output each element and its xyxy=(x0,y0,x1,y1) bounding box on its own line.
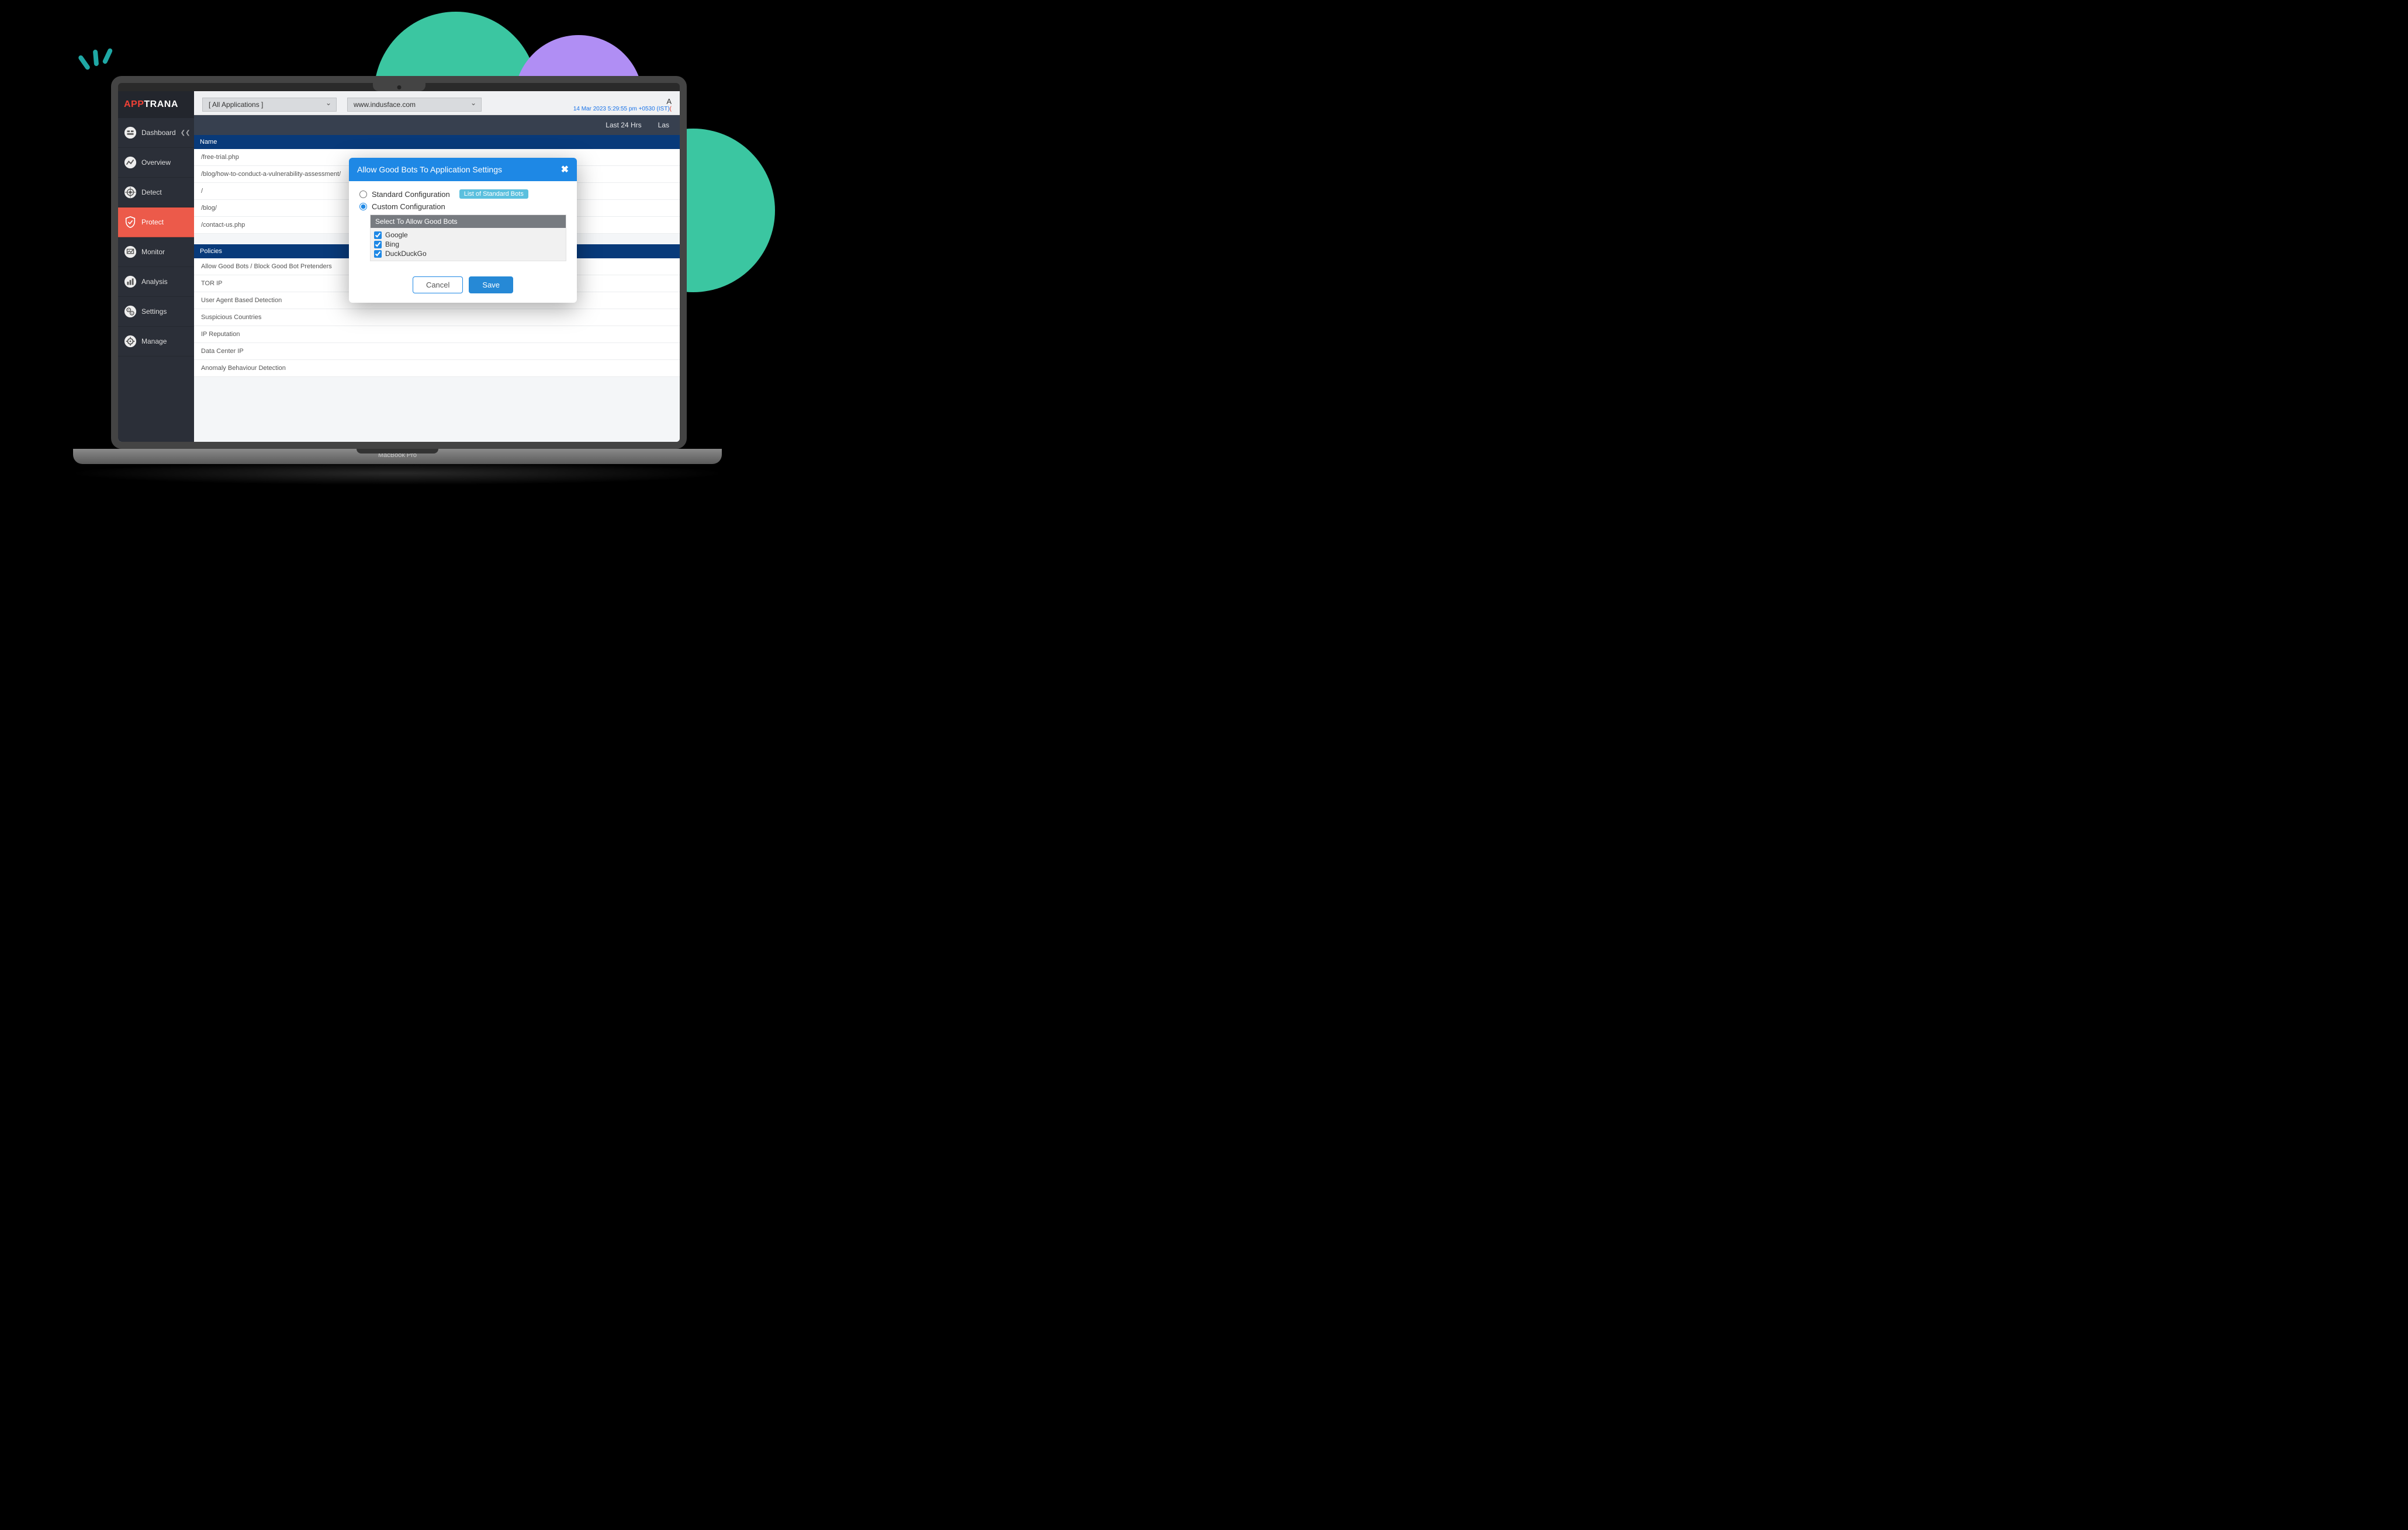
timestamp-text: 14 Mar 2023 5:29:55 pm +0530 (IST) xyxy=(573,106,670,112)
standard-config-label: Standard Configuration xyxy=(372,190,450,199)
sidebar-item-detect[interactable]: Detect xyxy=(118,178,194,207)
custom-config-label: Custom Configuration xyxy=(372,202,445,211)
bots-box-header: Select To Allow Good Bots xyxy=(371,215,566,228)
sidebar-item-label: Overview xyxy=(141,158,171,167)
topbar-right: A 14 Mar 2023 5:29:55 pm +0530 (IST)( xyxy=(573,97,672,112)
modal-footer: Cancel Save xyxy=(349,271,577,303)
sidebar-item-label: Protect xyxy=(141,218,164,226)
bot-item-duckduckgo[interactable]: DuckDuckGo xyxy=(374,249,562,258)
chevron-left-icon: ❮❮ xyxy=(181,130,191,136)
sidebar-item-monitor[interactable]: Monitor xyxy=(118,237,194,267)
sidebar-item-label: Dashboard xyxy=(141,129,176,137)
laptop-mockup: APPTRANA Dashboard ❮❮ Overview xyxy=(105,76,693,485)
sidebar-item-manage[interactable]: Manage xyxy=(118,327,194,356)
select-value: [ All Applications ] xyxy=(209,101,263,109)
policy-row[interactable]: IP Reputation xyxy=(194,326,680,343)
gear-icon xyxy=(124,305,137,318)
overview-icon xyxy=(124,156,137,169)
sidebar-item-label: Monitor xyxy=(141,248,165,256)
topbar: [ All Applications ] www.indusface.com A… xyxy=(194,91,680,115)
laptop-screen: APPTRANA Dashboard ❮❮ Overview xyxy=(111,76,687,449)
manage-icon xyxy=(124,335,137,348)
sidebar-item-settings[interactable]: Settings xyxy=(118,297,194,327)
select-value: www.indusface.com xyxy=(354,101,416,109)
timestamp-suffix: ( xyxy=(670,106,672,112)
brand-logo: APPTRANA xyxy=(118,91,194,118)
brand-part1: APP xyxy=(124,99,144,109)
bot-checkbox[interactable] xyxy=(374,241,382,248)
sidebar-item-overview[interactable]: Overview xyxy=(118,148,194,178)
good-bots-modal: Allow Good Bots To Application Settings … xyxy=(349,158,577,303)
bot-label: Google xyxy=(385,231,408,239)
bot-item-google[interactable]: Google xyxy=(374,230,562,240)
sidebar-item-analysis[interactable]: Analysis xyxy=(118,267,194,297)
time-range-tabs: Last 24 Hrs Las xyxy=(194,115,680,135)
sidebar-item-label: Manage xyxy=(141,337,167,345)
timestamp: 14 Mar 2023 5:29:55 pm +0530 (IST)( xyxy=(573,106,672,112)
bot-checkbox[interactable] xyxy=(374,250,382,258)
bot-label: DuckDuckGo xyxy=(385,250,427,258)
shield-icon xyxy=(124,216,137,229)
modal-title: Allow Good Bots To Application Settings xyxy=(357,165,502,174)
dashboard-icon xyxy=(124,126,137,139)
brand-part2: TRANA xyxy=(144,99,178,109)
standard-config-option[interactable]: Standard Configuration List of Standard … xyxy=(359,189,566,199)
bot-label: Bing xyxy=(385,240,399,248)
laptop-base: MacBook Pro xyxy=(73,449,722,464)
monitor-icon xyxy=(124,245,137,258)
laptop-base-notch xyxy=(357,449,438,454)
save-button[interactable]: Save xyxy=(469,276,513,293)
account-initial: A xyxy=(573,97,672,106)
custom-config-option[interactable]: Custom Configuration xyxy=(359,202,566,211)
bot-item-bing[interactable]: Bing xyxy=(374,240,562,249)
standard-config-radio[interactable] xyxy=(359,191,367,198)
standard-bots-list-badge[interactable]: List of Standard Bots xyxy=(459,189,528,199)
tab-last-cut[interactable]: Las xyxy=(658,121,669,129)
modal-body: Standard Configuration List of Standard … xyxy=(349,181,577,271)
site-select[interactable]: www.indusface.com xyxy=(347,98,482,112)
all-applications-select[interactable]: [ All Applications ] xyxy=(202,98,337,112)
policy-row[interactable]: Anomaly Behaviour Detection xyxy=(194,360,680,377)
bots-list: Google Bing DuckDuckGo xyxy=(371,228,566,261)
close-icon[interactable]: ✖ xyxy=(561,164,569,175)
sidebar: APPTRANA Dashboard ❮❮ Overview xyxy=(118,91,194,442)
laptop-notch xyxy=(373,83,425,91)
policy-row[interactable]: Data Center IP xyxy=(194,343,680,360)
laptop-shadow xyxy=(67,462,728,485)
policy-row[interactable]: Suspicious Countries xyxy=(194,309,680,326)
bots-selection-box: Select To Allow Good Bots Google Bing xyxy=(370,214,566,261)
sidebar-item-label: Analysis xyxy=(141,278,168,286)
bot-checkbox[interactable] xyxy=(374,231,382,239)
tab-last-24[interactable]: Last 24 Hrs xyxy=(606,121,641,129)
custom-config-radio[interactable] xyxy=(359,203,367,210)
analysis-icon xyxy=(124,275,137,288)
laptop-camera xyxy=(397,85,401,89)
sidebar-item-label: Detect xyxy=(141,188,162,196)
modal-header: Allow Good Bots To Application Settings … xyxy=(349,158,577,181)
names-section-header: Name xyxy=(194,135,680,149)
detect-icon xyxy=(124,186,137,199)
cancel-button[interactable]: Cancel xyxy=(413,276,463,293)
sidebar-item-dashboard[interactable]: Dashboard ❮❮ xyxy=(118,118,194,148)
sidebar-item-label: Settings xyxy=(141,307,167,316)
sidebar-item-protect[interactable]: Protect xyxy=(118,207,194,237)
